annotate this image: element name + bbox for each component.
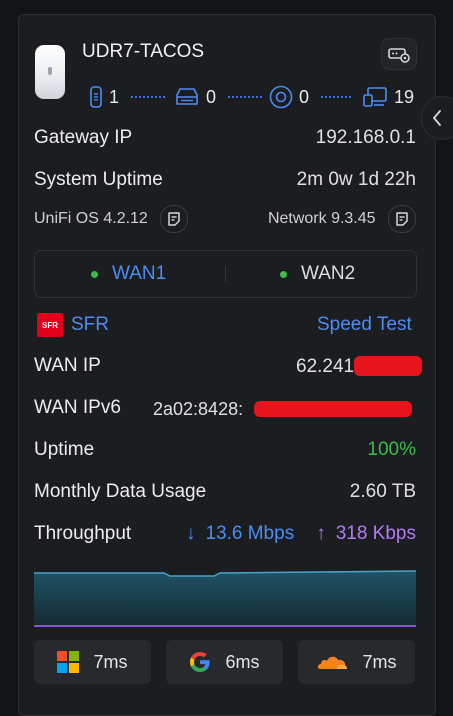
wired-port-count: 1 [109,86,120,107]
switch-port-icon [90,86,102,108]
redaction-mark [354,356,422,376]
wan-tab-bar: WAN1 WAN2 [34,250,417,298]
data-usage-value: 2.60 TB [349,481,416,502]
download-value: 13.6 Mbps [205,523,295,544]
isp-uptime-label: Uptime [34,439,95,460]
isp-uptime-row: Uptime 100% [34,436,416,464]
device-settings-button[interactable] [381,38,417,70]
system-uptime-label: System Uptime [34,169,163,190]
latency-value: 7ms [362,651,397,672]
versions-row: UniFi OS 4.2.12 Network 9.3.45 [34,205,416,233]
access-point-icon [269,85,293,109]
switch-icon [176,88,198,105]
wired-port-stat: 1 [89,85,119,109]
tab-divider [225,266,226,282]
access-point-count: 0 [299,86,310,107]
latency-google[interactable]: 6ms [166,640,283,684]
gateway-ip-row: Gateway IP 192.168.0.1 [34,124,416,152]
google-logo-icon [189,651,211,673]
wan1-status-dot [91,270,98,278]
redaction-mark [254,401,412,417]
release-notes-icon [396,212,408,226]
throughput-values: ↓ 13.6 Mbps ↑ 318 Kbps [186,523,416,545]
switch-count: 0 [206,86,217,107]
upload-arrow-icon: ↑ [316,523,326,544]
tab-wan1[interactable]: WAN1 [91,251,166,297]
link-dots [228,96,262,100]
system-uptime-row: System Uptime 2m 0w 1d 22h [34,166,416,194]
gateway-ip-label: Gateway IP [34,127,133,148]
wan-ip-label: WAN IP [34,355,101,376]
cloudflare-logo-icon [316,653,348,671]
wan-ip-value: 62.241 [296,356,355,377]
tab-wan2-label: WAN2 [301,263,356,284]
network-release-notes-button[interactable] [388,205,416,233]
latency-value: 7ms [93,651,128,672]
system-uptime-value: 2m 0w 1d 22h [296,169,416,190]
os-version: UniFi OS 4.2.12 [34,205,189,233]
tab-wan1-label: WAN1 [112,263,167,284]
clients-stat: 19 [362,85,414,109]
tab-wan2[interactable]: WAN2 [280,251,355,297]
microsoft-logo-icon [57,651,80,673]
data-usage-row: Monthly Data Usage 2.60 TB [34,478,416,506]
os-release-notes-button[interactable] [160,205,189,233]
throughput-label: Throughput [34,523,132,544]
os-version-label: UniFi OS 4.2.12 [34,210,148,228]
devices-icon [363,87,387,107]
gateway-ip-value: 192.168.0.1 [315,127,416,148]
switch-stat: 0 [174,85,216,109]
link-dots [321,96,351,100]
chevron-left-icon [433,110,441,126]
clients-count: 19 [394,86,415,107]
device-name: UDR7-TACOS [82,41,205,62]
network-version: Network 9.3.45 [268,205,416,233]
wan2-status-dot [280,270,287,278]
collapse-panel-button[interactable] [421,96,453,140]
device-panel: UDR7-TACOS 1 0 0 19 Gateway IP 192.168.0… [18,14,436,716]
data-usage-label: Monthly Data Usage [34,481,207,502]
network-version-label: Network 9.3.45 [267,210,376,228]
latency-microsoft[interactable]: 7ms [34,640,151,684]
latency-cloudflare[interactable]: 7ms [298,640,415,684]
isp-name-link[interactable]: SFR [71,314,109,336]
router-gear-icon [388,48,410,63]
device-image [35,45,65,99]
isp-uptime-value: 100% [367,439,416,460]
link-dots [131,96,165,100]
throughput-row: Throughput ↓ 13.6 Mbps ↑ 318 Kbps [34,520,416,548]
isp-logo: SFR [37,313,63,337]
wan-ipv6-value: 2a02:8428: [153,399,244,419]
speed-test-link[interactable]: Speed Test [317,314,412,336]
download-arrow-icon: ↓ [185,523,196,544]
access-point-stat: 0 [269,85,309,109]
throughput-chart [34,570,416,627]
release-notes-icon [168,212,181,226]
latency-value: 6ms [225,651,260,672]
upload-value: 318 Kbps [335,523,416,544]
wan-ipv6-label: WAN IPv6 [34,397,121,418]
download-area [34,571,416,626]
